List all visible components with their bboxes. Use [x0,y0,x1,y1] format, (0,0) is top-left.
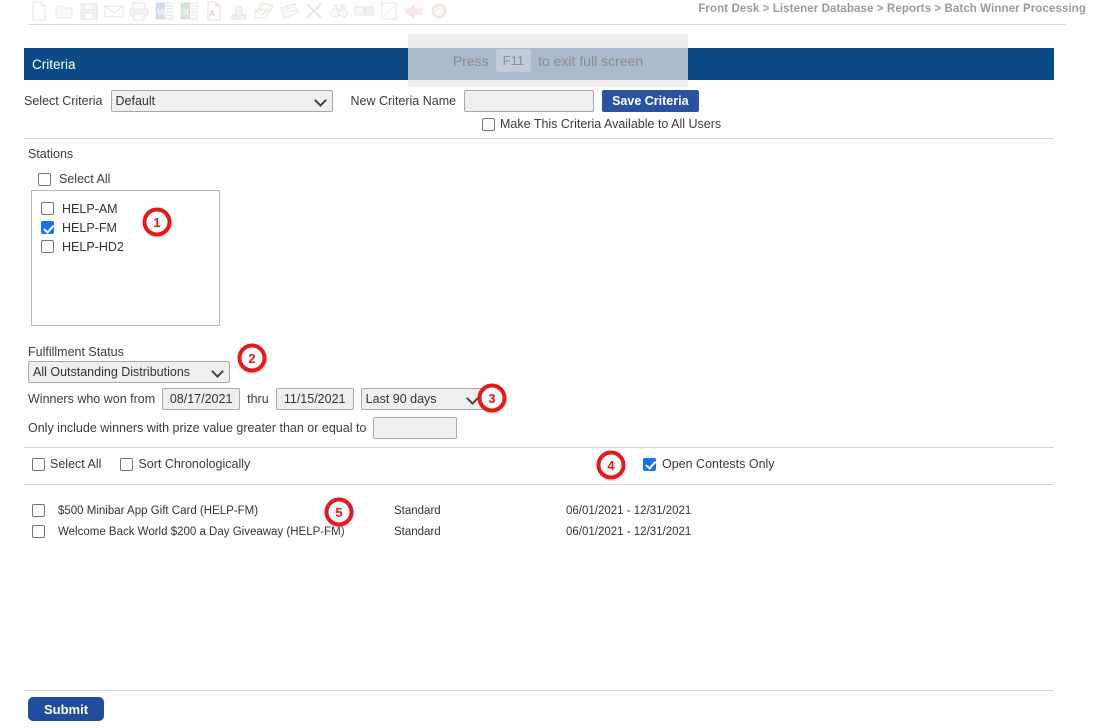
toolbar-divider [28,24,1066,25]
pdf-export-icon[interactable]: A [203,0,225,22]
winners-date-range-row: Winners who won from thru Last 90 days [28,388,485,410]
envelope-icon[interactable] [103,0,125,22]
make-criteria-available-row: Make This Criteria Available to All User… [482,117,721,131]
contest-row-checkbox-cell [32,503,58,518]
stamp-icon[interactable] [228,0,250,22]
fulfillment-status-dropdown[interactable]: All Outstanding Distributions [28,361,230,383]
divider-contests-top [24,447,1054,448]
station-checkbox[interactable] [41,221,54,234]
station-label: HELP-FM [62,220,117,235]
contests-select-all-checkbox[interactable] [32,457,45,471]
new-criteria-name-input[interactable] [464,90,595,112]
prize-value-label: Only include winners with prize value gr… [28,421,367,435]
open-contests-only-label: Open Contests Only [662,457,775,471]
annotation-number: 2 [248,351,255,366]
submit-button[interactable]: Submit [28,697,105,721]
badge-icon[interactable] [353,0,375,22]
select-criteria-dropdown[interactable]: Default [110,90,333,112]
station-checkbox[interactable] [41,240,54,253]
criteria-selection-row: Select Criteria Default New Criteria Nam… [24,90,699,112]
prize-value-filter-row: Only include winners with prize value gr… [28,417,458,439]
station-item[interactable]: HELP-AM [32,199,219,218]
winners-from-label: Winners who won from [28,392,156,406]
mail-merge-icon[interactable] [253,0,275,22]
binoculars-icon[interactable] [328,0,350,22]
annotation-number: 1 [153,215,160,230]
annotation-marker-1: 1 [141,206,175,240]
contest-type: Standard [394,504,441,517]
contests-header-row: Select All Sort Chronologically [32,457,250,471]
station-item[interactable]: HELP-HD2 [32,237,219,256]
criteria-panel-header: Criteria [24,48,1054,80]
contest-dates: 06/01/2021 - 12/31/2021 [566,504,692,517]
select-criteria-dropdown-wrap: Default [110,90,333,112]
annotation-marker-5: 5 [323,496,357,530]
station-item[interactable]: HELP-FM [32,218,219,237]
page-root: W X A Front Desk > Listener Database > R… [0,0,1094,728]
svg-text:A: A [209,9,215,18]
svg-text:W: W [158,7,167,17]
excel-export-icon[interactable]: X [178,0,200,22]
make-criteria-available-checkbox[interactable] [482,117,495,131]
back-arrow-icon[interactable] [403,0,425,22]
sort-chronologically-checkbox[interactable] [120,457,134,471]
table-row[interactable]: Welcome Back World $200 a Day Giveaway (… [32,521,1032,542]
make-criteria-available-label: Make This Criteria Available to All User… [500,117,722,131]
stations-select-all-row: Select All [38,172,110,186]
gear-icon[interactable] [428,0,450,22]
open-contests-only-row: Open Contests Only [643,457,775,471]
winners-date-thru-input[interactable] [275,388,354,410]
annotation-marker-3: 3 [476,382,510,416]
stations-select-all-label: Select All [59,172,111,186]
contests-list: $500 Minibar App Gift Card (HELP-FM) Sta… [32,500,1032,542]
notepad-icon[interactable] [378,0,400,22]
contests-select-all-label: Select All [50,457,102,471]
divider-footer [24,690,1054,691]
prize-value-input[interactable] [373,417,458,439]
stations-label: Stations [28,147,74,161]
winners-date-from-input[interactable] [162,388,241,410]
station-label: HELP-HD2 [62,239,124,254]
station-label: HELP-AM [62,201,118,216]
stations-listbox[interactable]: HELP-AM HELP-FM HELP-HD2 [31,190,220,326]
annotation-number: 3 [488,391,495,406]
svg-text:X: X [183,7,189,17]
save-floppy-icon[interactable] [78,0,100,22]
word-export-icon[interactable]: W [153,0,175,22]
divider-contests-bottom [24,484,1054,485]
fulfillment-status-dropdown-wrap: All Outstanding Distributions [28,361,230,383]
divider-criteria [24,138,1054,139]
new-document-icon[interactable] [28,0,50,22]
annotation-number: 4 [607,458,615,473]
select-criteria-label: Select Criteria [24,94,103,108]
sort-chronologically-label: Sort Chronologically [138,457,251,471]
contest-dates: 06/01/2021 - 12/31/2021 [566,525,692,538]
criteria-panel-title: Criteria [32,56,76,72]
station-checkbox[interactable] [41,202,54,215]
table-row[interactable]: $500 Minibar App Gift Card (HELP-FM) Sta… [32,500,1032,521]
date-range-preset-wrap: Last 90 days [360,388,485,410]
contest-row-checkbox[interactable] [32,503,45,517]
contest-type: Standard [394,525,441,538]
printer-icon[interactable] [128,0,150,22]
annotation-marker-2: 2 [236,342,270,376]
save-criteria-button[interactable]: Save Criteria [602,90,699,112]
open-contests-only-checkbox[interactable] [643,457,656,471]
toolbar-icon-group: W X A [28,0,450,22]
contest-row-checkbox-cell [32,524,58,539]
stations-select-all-checkbox[interactable] [38,172,51,186]
fulfillment-status-label: Fulfillment Status [28,345,124,359]
annotation-number: 5 [335,505,342,520]
contest-row-checkbox[interactable] [32,524,45,538]
close-x-icon[interactable] [303,0,325,22]
new-criteria-name-label: New Criteria Name [350,94,457,108]
thru-label: thru [247,392,269,406]
annotation-marker-4: 4 [595,449,629,483]
date-range-preset-dropdown[interactable]: Last 90 days [360,388,485,410]
folder-icon[interactable] [53,0,75,22]
letter-icon[interactable] [278,0,300,22]
toolbar: W X A Front Desk > Listener Database > R… [0,0,1094,25]
breadcrumb[interactable]: Front Desk > Listener Database > Reports… [698,3,1086,15]
